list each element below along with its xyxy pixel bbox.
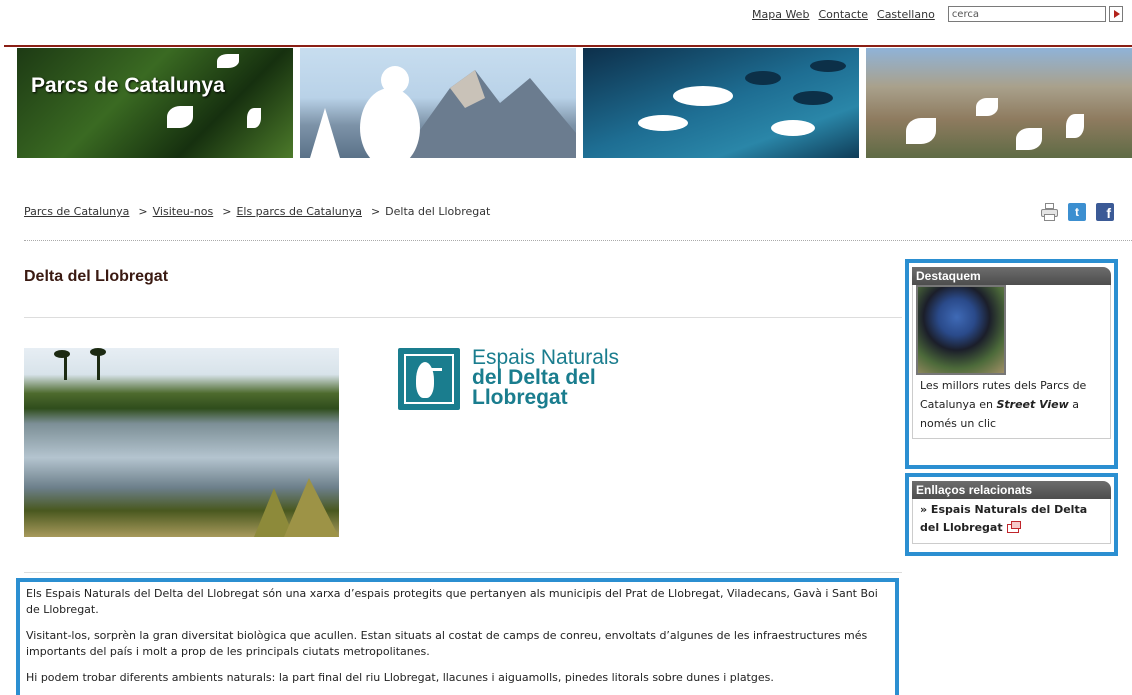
share-toolbar: t f — [1041, 203, 1114, 221]
contact-link[interactable]: Contacte — [818, 8, 868, 21]
breadcrumb-parks-link[interactable]: Els parcs de Catalunya — [236, 205, 362, 218]
body-paragraph: Visitant-los, sorprèn la gran diversitat… — [26, 629, 868, 658]
body-paragraph: Hi podem trobar diferents ambients natur… — [26, 671, 774, 684]
title-divider — [24, 317, 902, 318]
search-input[interactable] — [947, 6, 1106, 22]
facebook-icon[interactable]: f — [1096, 203, 1114, 221]
wetland-photo — [24, 348, 339, 537]
logo-line-2: del Delta del — [472, 366, 596, 389]
street-view-thumbnail[interactable] — [916, 285, 1006, 375]
featured-heading: Destaquem — [912, 267, 1111, 285]
logo-text: Espais Naturals del Delta del Llobregat — [472, 346, 620, 409]
breadcrumb: Parcs de Catalunya > Visiteu-nos > Els parcs… — [24, 205, 490, 218]
breadcrumb-home-link[interactable]: Parcs de Catalunya — [24, 205, 129, 218]
banner-mountain-image — [300, 48, 576, 158]
body-text: Els Espais Naturals del Delta del Llobre… — [16, 578, 899, 695]
site-title[interactable]: Parcs de Catalunya — [31, 74, 225, 98]
banner-forest-image: Parcs de Catalunya — [17, 48, 293, 158]
language-castellano-link[interactable]: Castellano — [877, 8, 935, 21]
featured-box: Destaquem Les millors rutes dels Parcs d… — [905, 259, 1118, 469]
related-links-heading: Enllaços relacionats — [912, 481, 1111, 499]
breadcrumb-visit-link[interactable]: Visiteu-nos — [153, 205, 214, 218]
twitter-icon[interactable]: t — [1068, 203, 1086, 221]
breadcrumb-separator: > — [138, 205, 148, 218]
external-window-icon — [1006, 520, 1021, 533]
site-map-link[interactable]: Mapa Web — [752, 8, 809, 21]
delta-llobregat-logo[interactable]: Espais Naturals del Delta del Llobregat — [398, 346, 620, 410]
body-paragraph: Els Espais Naturals del Delta del Llobre… — [26, 587, 878, 616]
print-icon[interactable] — [1041, 203, 1058, 221]
top-utility-bar: Mapa Web Contacte Castellano — [752, 6, 1123, 22]
breadcrumb-separator: > — [222, 205, 232, 218]
logo-line-1: Espais Naturals — [472, 346, 620, 369]
header-divider — [4, 45, 1132, 47]
header-banner: Parcs de Catalunya — [17, 48, 1132, 158]
related-link[interactable]: » Espais Naturals del Delta del Llobrega… — [916, 499, 1107, 539]
breadcrumb-current: Delta del Llobregat — [385, 205, 491, 218]
featured-text[interactable]: Les millors rutes dels Parcs de Cataluny… — [916, 375, 1107, 434]
heron-logo-icon — [398, 348, 460, 410]
section-divider — [24, 240, 1132, 241]
page-title: Delta del Llobregat — [24, 268, 169, 285]
logo-line-3: Llobregat — [472, 386, 568, 409]
banner-sea-image — [583, 48, 859, 158]
banner-cliffs-image — [866, 48, 1132, 158]
related-links-box: Enllaços relacionats » Espais Naturals d… — [905, 473, 1118, 556]
search-submit-button[interactable] — [1108, 6, 1123, 22]
breadcrumb-separator: > — [370, 205, 381, 218]
content-divider — [24, 572, 902, 573]
